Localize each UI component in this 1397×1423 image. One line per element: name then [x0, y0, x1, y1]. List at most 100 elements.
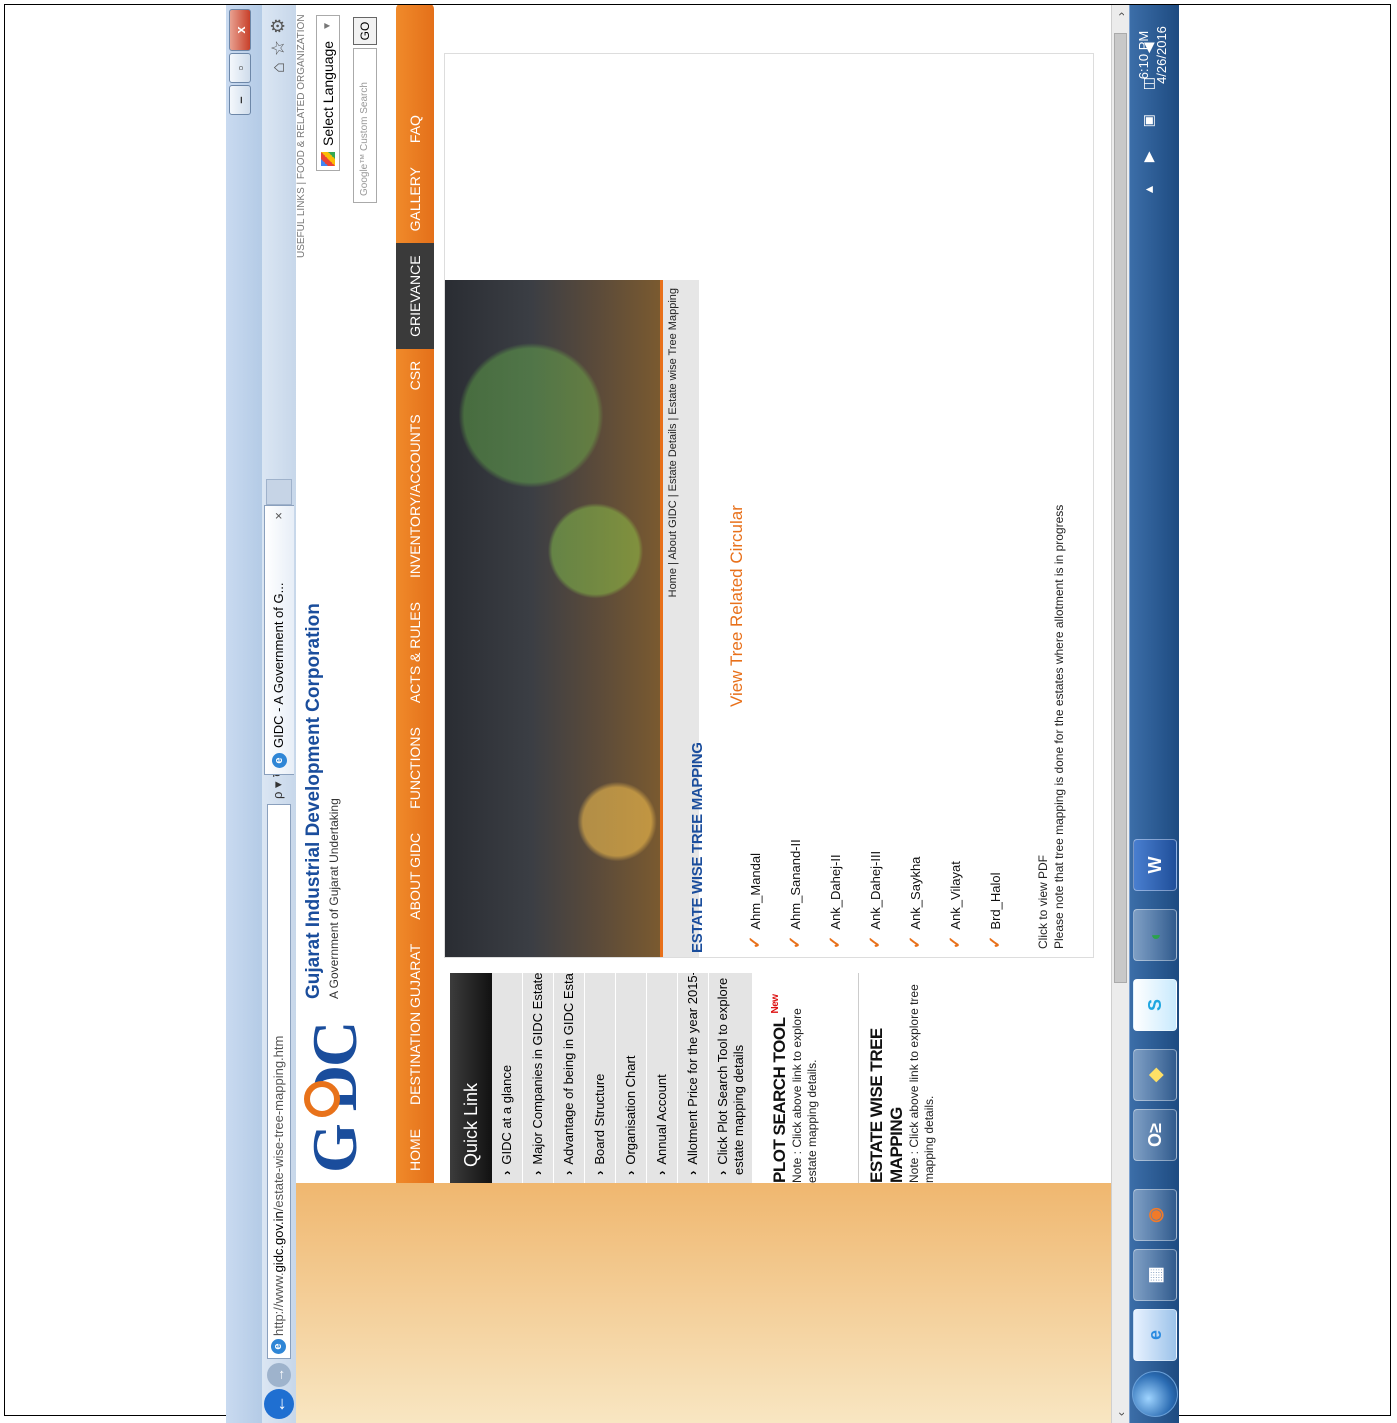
tree-mapping-note: Note : Click above link to explore tree …: [907, 984, 936, 1183]
estate-item[interactable]: ✓ Brd_Halol: [985, 729, 1025, 950]
gidc-logo[interactable]: G DC: [296, 1011, 391, 1183]
chevron-right-icon: ›: [592, 1170, 607, 1175]
new-tab-button[interactable]: [266, 479, 292, 505]
clock-date: 4/26/2016: [1154, 26, 1169, 84]
top-links[interactable]: USEFUL LINKS | FOOD & RELATED ORGANIZATI…: [296, 14, 307, 258]
quick-link-heading: Quick Link: [450, 973, 492, 1183]
estate-label: Ank_Dahej-III: [868, 850, 883, 930]
nav-about-gidc[interactable]: ABOUT GIDC: [396, 821, 434, 932]
nav-gallery[interactable]: GALLERY: [396, 155, 434, 243]
language-select-label: Select Language: [320, 40, 336, 146]
close-window-button[interactable]: x: [229, 9, 251, 51]
url-prefix: http://www.: [271, 1272, 286, 1336]
tab-title: GIDC - A Government of G...: [271, 582, 286, 748]
media-player-icon[interactable]: ◉: [1133, 1189, 1177, 1241]
scroll-thumb[interactable]: [1114, 33, 1127, 983]
chrome-like-app-icon[interactable]: ◐: [1133, 909, 1177, 961]
plot-search-tool[interactable]: PLOT SEARCH TOOL New Note : Click above l…: [770, 973, 820, 1183]
scroll-right-icon[interactable]: ›: [1112, 5, 1129, 23]
nav-functions[interactable]: FUNCTIONS: [396, 715, 434, 821]
checkmark-icon: ✓: [987, 935, 1004, 949]
quick-link-item[interactable]: › Board Structure: [585, 973, 616, 1183]
nav-inventory-accounts[interactable]: INVENTORY/ACCOUNTS: [396, 402, 434, 590]
url-input[interactable]: e http://www.gidc.gov.in/estate-wise-tre…: [267, 804, 291, 1359]
quick-link-label: Advantage of being in GIDC Estate: [561, 973, 576, 1165]
nav-grievance[interactable]: GRIEVANCE: [396, 243, 434, 349]
back-button[interactable]: ←: [264, 1389, 294, 1419]
estate-label: Ahm_Sanand-II: [788, 839, 803, 930]
estate-label: Ank_Vilayat: [948, 861, 963, 930]
quick-link-item[interactable]: ›Click Plot Search Tool to explore estat…: [709, 973, 753, 1183]
search-go-button[interactable]: GO: [353, 17, 377, 45]
quick-link-label: Major Companies in GIDC Estate: [530, 973, 545, 1165]
estate-item[interactable]: ✓ Ank_Saykha: [905, 729, 945, 949]
estate-label: Brd_Halol: [988, 872, 1003, 930]
minimize-button[interactable]: –: [229, 85, 251, 115]
windows-taskbar: e ▦ ◉ O≥ ◆ S ◐ W ▴ ▶ ▣ ◫ ◀ 6:10 PM 4/26/…: [1129, 5, 1179, 1423]
custom-search-input[interactable]: Google™ Custom Search: [353, 48, 377, 203]
skype-icon[interactable]: S: [1133, 979, 1177, 1031]
checkmark-icon: ✓: [787, 935, 804, 949]
estate-item[interactable]: ✓ Ank_Dahej-II: [825, 729, 865, 949]
file-explorer-icon[interactable]: ▦: [1133, 1249, 1177, 1301]
estate-item[interactable]: ✓ Ahm_Sanand-II: [785, 729, 825, 949]
language-select[interactable]: Select Language ▼: [316, 15, 340, 171]
browser-tab[interactable]: e GIDC - A Government of G... ×: [264, 505, 294, 775]
horizontal-scrollbar[interactable]: ‹ ›: [1111, 5, 1129, 1423]
breadcrumb-area: Home | About GIDC | Estate Details | Est…: [663, 280, 706, 957]
start-button[interactable]: [1132, 1371, 1178, 1417]
scroll-left-icon[interactable]: ‹: [1112, 1405, 1129, 1423]
address-bar-row: ← → e http://www.gidc.gov.in/estate-wise…: [262, 5, 296, 1423]
industrial-banner-image: [445, 280, 663, 957]
nav-faq[interactable]: FAQ: [396, 103, 434, 155]
nav-destination-gujarat[interactable]: DESTINATION GUJARAT: [396, 932, 434, 1117]
checkmark-icon: ✓: [947, 935, 964, 949]
url-path: /estate-wise-tree-mapping.htm: [271, 1035, 286, 1212]
quick-link-list: › GIDC at a glance › Major Companies in GI…: [492, 973, 753, 1183]
forward-button[interactable]: →: [267, 1363, 291, 1387]
sidebar: Quick Link › GIDC at a glance › Major Comp…: [450, 973, 1110, 1183]
quick-link-item[interactable]: › Major Companies in GIDC Estate: [523, 973, 554, 1183]
quick-link-item[interactable]: › Organisation Chart: [616, 973, 647, 1183]
estate-label: Ank_Dahej-II: [828, 854, 843, 930]
new-badge: New: [770, 994, 781, 1014]
estate-item[interactable]: ✓ Ahm_Mandal: [745, 729, 785, 949]
plot-search-note: Note : Click above link to explore estat…: [790, 1008, 819, 1183]
nav-csr[interactable]: CSR: [396, 349, 434, 403]
plot-search-title-text: PLOT SEARCH TOOL: [770, 1017, 789, 1183]
quick-link-item[interactable]: › GIDC at a glance: [492, 973, 523, 1183]
home-favorites-tools-icons[interactable]: ⌂☆⚙: [268, 12, 289, 73]
web-page: G DC Gujarat Industrial Development Corp…: [296, 5, 1111, 1183]
tree-circular-link[interactable]: View Tree Related Circular: [727, 505, 747, 707]
nav-home[interactable]: HOME: [396, 1117, 434, 1183]
main-nav: HOME DESTINATION GUJARAT ABOUT GIDC FUNC…: [396, 5, 434, 1183]
quick-link-label: Click Plot Search Tool to explore estate…: [715, 977, 746, 1175]
pdf-hint: Click to view PDF: [1036, 854, 1050, 949]
screenshot-frame: – ▫ x ← → e http://www.gidc.gov.in/estat…: [4, 4, 1391, 1423]
word-icon[interactable]: W: [1133, 839, 1177, 891]
chevron-right-icon: ›: [499, 1170, 514, 1175]
internet-explorer-icon[interactable]: e: [1133, 1309, 1177, 1361]
checkmark-icon: ✓: [747, 935, 764, 949]
checkmark-icon: ✓: [867, 935, 884, 949]
chevron-right-icon: ›: [561, 1170, 576, 1175]
window-title-bar: – ▫ x: [226, 5, 262, 1423]
chevron-right-icon: ›: [623, 1170, 638, 1175]
tab-close-icon[interactable]: ×: [265, 512, 293, 520]
tree-mapping-tool[interactable]: ESTATE WISE TREE MAPPING Note : Click ab…: [858, 973, 937, 1183]
breadcrumb[interactable]: Home | About GIDC | Estate Details | Est…: [667, 288, 679, 597]
quick-link-item[interactable]: › Allotment Price for the year 2015-16: [678, 973, 709, 1183]
maximize-button[interactable]: ▫: [229, 53, 251, 83]
quick-link-item[interactable]: › Annual Account: [647, 973, 678, 1183]
quick-link-item[interactable]: › Advantage of being in GIDC Estate: [554, 973, 585, 1183]
estate-item[interactable]: ✓ Ank_Vilayat: [945, 729, 985, 949]
taskbar-clock[interactable]: 6:10 PM 4/26/2016: [1135, 15, 1171, 95]
page-viewport: G DC Gujarat Industrial Development Corp…: [296, 5, 1129, 1423]
chevron-right-icon: ›: [715, 1170, 730, 1175]
quick-link-label: Board Structure: [592, 1073, 607, 1165]
sticky-notes-icon[interactable]: ◆: [1133, 1049, 1177, 1101]
estate-item[interactable]: ✓ Ank_Dahej-III: [865, 729, 905, 949]
outlook-icon[interactable]: O≥: [1133, 1109, 1177, 1161]
url-host: gidc.gov.in: [271, 1211, 286, 1273]
nav-acts-rules[interactable]: ACTS & RULES: [396, 590, 434, 715]
